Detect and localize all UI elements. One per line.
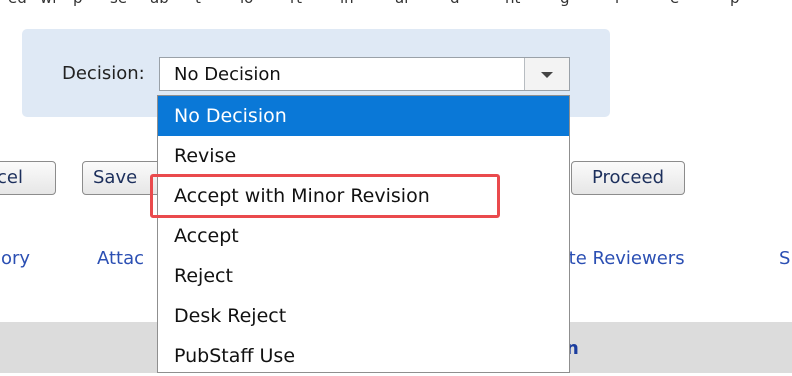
cutoff-text-fragment: ar: [395, 0, 410, 6]
cutoff-text-fragment: g: [560, 0, 570, 6]
cutoff-text-fragment: d: [450, 0, 460, 6]
cancel-button-label: cel: [0, 167, 23, 188]
link-invite-reviewers[interactable]: vite Reviewers: [553, 248, 685, 269]
cutoff-text-fragment: se: [110, 0, 127, 6]
cutoff-text-fragment: wi: [40, 0, 56, 6]
option-accept[interactable]: Accept: [158, 216, 569, 256]
cutoff-text-fragment: lo: [240, 0, 253, 6]
annotation-highlight-box: [150, 174, 500, 218]
option-reject[interactable]: Reject: [158, 256, 569, 296]
cutoff-text-fragment: rt: [290, 0, 302, 6]
proceed-button-label: Proceed: [591, 167, 665, 188]
cancel-button[interactable]: cel: [0, 161, 56, 195]
decision-select-value: No Decision: [174, 64, 281, 85]
cutoff-text-fragment: e: [670, 0, 679, 6]
option-pubstaff-use[interactable]: PubStaff Use: [158, 336, 569, 376]
chevron-down-icon[interactable]: [524, 58, 569, 90]
option-revise[interactable]: Revise: [158, 136, 569, 176]
option-desk-reject[interactable]: Desk Reject: [158, 296, 569, 336]
cutoff-text-fragment: r: [615, 0, 621, 6]
top-cutoff-text: ed wi p se ab t lo rt in ar d nt g r e p: [0, 0, 792, 6]
link-attachments[interactable]: Attac: [97, 248, 144, 269]
cutoff-text-fragment: nt: [505, 0, 520, 6]
link-history[interactable]: ory: [1, 248, 30, 269]
decision-label: Decision:: [62, 63, 145, 84]
proceed-button[interactable]: Proceed: [571, 161, 685, 195]
cutoff-text-fragment: p: [73, 0, 83, 6]
option-no-decision[interactable]: No Decision: [158, 96, 569, 136]
cutoff-text-fragment: t: [195, 0, 201, 6]
link-next[interactable]: S: [779, 248, 790, 269]
cutoff-text-fragment: ab: [150, 0, 169, 6]
cutoff-text-fragment: p: [730, 0, 740, 6]
decision-dropdown-list: No Decision Revise Accept with Minor Rev…: [157, 95, 570, 373]
cutoff-text-fragment: in: [340, 0, 354, 6]
save-button-label: Save: [93, 167, 138, 188]
decision-select[interactable]: No Decision: [159, 57, 570, 91]
cutoff-text-fragment: ed: [8, 0, 27, 6]
